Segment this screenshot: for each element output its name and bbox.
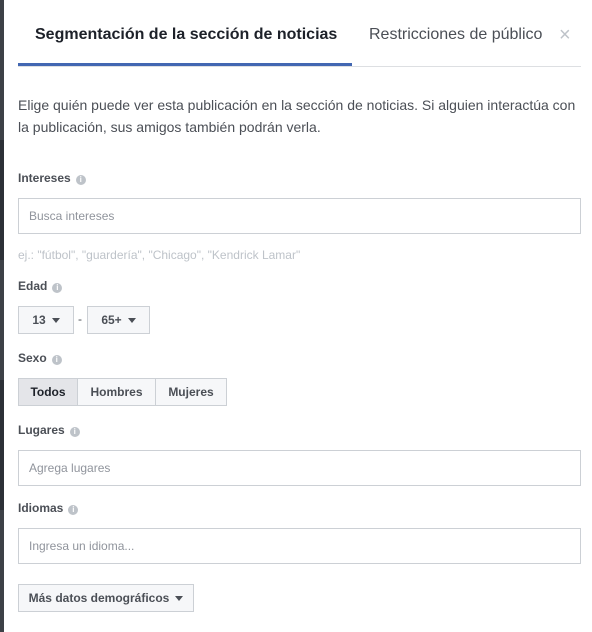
age-max-value: 65+ xyxy=(101,313,122,327)
caret-down-icon xyxy=(51,317,60,323)
active-tab-indicator xyxy=(18,63,352,66)
interests-label-row: Intereses i xyxy=(18,171,86,185)
targeting-description: Elige quién puede ver esta publicación e… xyxy=(18,97,576,135)
locations-label-row: Lugares i xyxy=(18,423,80,437)
info-icon[interactable]: i xyxy=(75,175,86,185)
interests-search-input[interactable] xyxy=(18,198,581,234)
interests-label: Intereses xyxy=(18,171,71,185)
age-min-dropdown[interactable]: 13 xyxy=(18,306,74,334)
more-demographics-label: Más datos demográficos xyxy=(28,591,170,605)
info-icon[interactable]: i xyxy=(68,505,79,515)
tab-audience-restrictions[interactable]: Restricciones de público xyxy=(369,26,542,44)
close-icon[interactable]: × xyxy=(559,25,575,45)
age-label-row: Edad i xyxy=(18,279,63,293)
tab-news-feed-targeting[interactable]: Segmentación de la sección de noticias xyxy=(35,26,337,44)
age-max-dropdown[interactable]: 65+ xyxy=(87,306,150,334)
languages-label: Idiomas xyxy=(18,501,64,515)
gender-label: Sexo xyxy=(18,351,47,365)
age-min-value: 13 xyxy=(32,313,46,327)
gender-segmented-control: Todos Hombres Mujeres xyxy=(18,378,227,406)
info-icon[interactable]: i xyxy=(51,355,62,365)
age-label: Edad xyxy=(18,279,48,293)
locations-label: Lugares xyxy=(18,423,65,437)
info-icon[interactable]: i xyxy=(69,427,80,437)
dialog-tabs: Segmentación de la sección de noticias R… xyxy=(18,0,581,67)
gender-label-row: Sexo i xyxy=(18,351,62,365)
caret-down-icon xyxy=(127,317,136,323)
gender-option-women[interactable]: Mujeres xyxy=(155,378,227,406)
gender-option-all[interactable]: Todos xyxy=(18,378,78,406)
info-icon[interactable]: i xyxy=(52,283,63,293)
news-feed-targeting-dialog: Segmentación de la sección de noticias R… xyxy=(4,0,592,632)
caret-down-icon xyxy=(175,595,184,601)
more-demographics-button[interactable]: Más datos demográficos xyxy=(18,584,194,612)
age-range-separator: - xyxy=(78,312,82,326)
languages-label-row: Idiomas i xyxy=(18,501,79,515)
languages-input[interactable] xyxy=(18,528,581,564)
locations-input[interactable] xyxy=(18,450,581,486)
gender-option-men[interactable]: Hombres xyxy=(77,378,156,406)
interests-hint: ej.: "fútbol", "guardería", "Chicago", "… xyxy=(18,248,301,262)
